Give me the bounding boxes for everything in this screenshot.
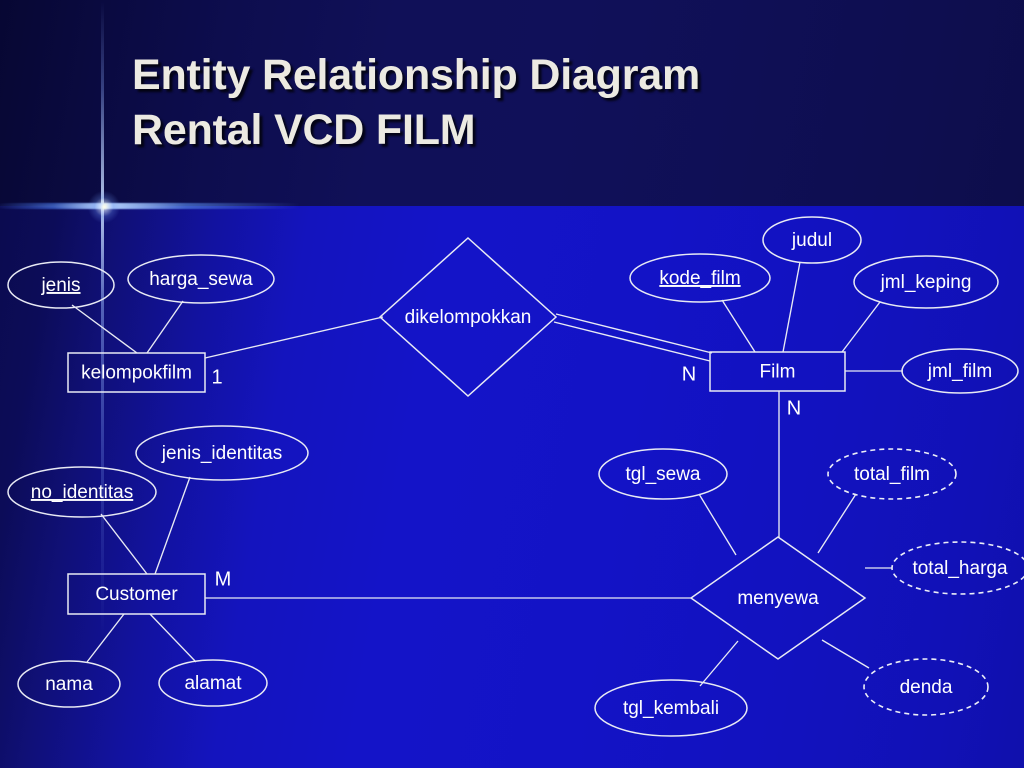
cardinality-film-bottom: N <box>787 397 801 419</box>
edge-jenis-kelompokfilm <box>71 304 138 354</box>
attribute-label: tgl_sewa <box>626 464 701 485</box>
attribute-label: denda <box>900 677 953 698</box>
attribute-label: judul <box>791 230 832 251</box>
relationship-label: dikelompokkan <box>405 307 532 328</box>
attribute-total-harga[interactable]: total_harga <box>891 541 1024 595</box>
attribute-total-film[interactable]: total_film <box>827 448 957 500</box>
attribute-denda[interactable]: denda <box>863 658 989 716</box>
er-diagram: kelompokfilm Film Customer dikelompokkan… <box>7 216 1024 737</box>
attribute-label: jenis_identitas <box>161 443 282 464</box>
attribute-harga-sewa[interactable]: harga_sewa <box>127 254 275 304</box>
cardinality-kelompokfilm: 1 <box>211 366 222 388</box>
relationship-dikelompokkan[interactable]: dikelompokkan <box>378 236 558 398</box>
entity-label: Customer <box>95 584 178 605</box>
attribute-jml-keping[interactable]: jml_keping <box>853 255 999 309</box>
relationship-menyewa[interactable]: menyewa <box>689 536 867 660</box>
entity-label: Film <box>760 362 796 383</box>
edge-hargasewa-kelompokfilm <box>146 300 184 354</box>
attribute-tgl-kembali[interactable]: tgl_kembali <box>594 679 748 737</box>
attribute-label: kode_film <box>659 268 740 289</box>
edge-kodefilm-film <box>721 299 756 353</box>
cardinality-customer: M <box>215 568 232 590</box>
attribute-label: nama <box>45 674 93 695</box>
cardinality-film-left: N <box>682 363 696 385</box>
relationship-label: menyewa <box>737 588 819 609</box>
attribute-label: total_harga <box>912 558 1008 579</box>
edge-tglkembali-menyewa <box>699 640 739 687</box>
edge-noidentitas-customer <box>100 513 148 575</box>
edge-dikelompokkan-film-b <box>553 321 711 362</box>
entity-customer[interactable]: Customer <box>67 573 206 615</box>
attribute-label: total_film <box>854 464 930 485</box>
edge-tglsewa-menyewa <box>698 493 737 556</box>
entity-kelompokfilm[interactable]: kelompokfilm <box>67 352 206 393</box>
edge-alamat-customer <box>149 613 197 663</box>
attribute-tgl-sewa[interactable]: tgl_sewa <box>598 448 728 500</box>
attribute-no-identitas[interactable]: no_identitas <box>7 466 157 518</box>
attribute-label: jml_film <box>927 361 992 382</box>
attribute-label: tgl_kembali <box>623 698 719 719</box>
attribute-jenis[interactable]: jenis <box>7 261 115 309</box>
edge-nama-customer <box>86 613 125 663</box>
attribute-jenis-identitas[interactable]: jenis_identitas <box>135 425 309 481</box>
entity-label: kelompokfilm <box>81 363 192 384</box>
slide-canvas: Entity Relationship Diagram Rental VCD F… <box>0 0 1024 768</box>
edge-dikelompokkan-film-a <box>555 313 713 354</box>
attribute-jml-film[interactable]: jml_film <box>901 348 1019 394</box>
edge-jmlkeping-film <box>841 301 881 353</box>
edge-jenisidentitas-customer <box>154 476 191 575</box>
attribute-judul[interactable]: judul <box>762 216 862 264</box>
edge-totalfilm-menyewa <box>817 493 857 554</box>
entity-film[interactable]: Film <box>709 351 846 392</box>
attribute-label: no_identitas <box>31 482 133 503</box>
attribute-nama[interactable]: nama <box>17 660 121 708</box>
attribute-label: harga_sewa <box>149 269 253 290</box>
attribute-label: jenis <box>40 275 80 296</box>
attribute-label: jml_keping <box>880 272 972 293</box>
edge-denda-menyewa <box>821 639 870 669</box>
attribute-alamat[interactable]: alamat <box>158 659 268 707</box>
attribute-label: alamat <box>184 673 242 694</box>
edge-kelompokfilm-dikelompokkan <box>204 316 384 359</box>
edge-judul-film <box>782 261 801 353</box>
attribute-kode-film[interactable]: kode_film <box>629 253 771 303</box>
